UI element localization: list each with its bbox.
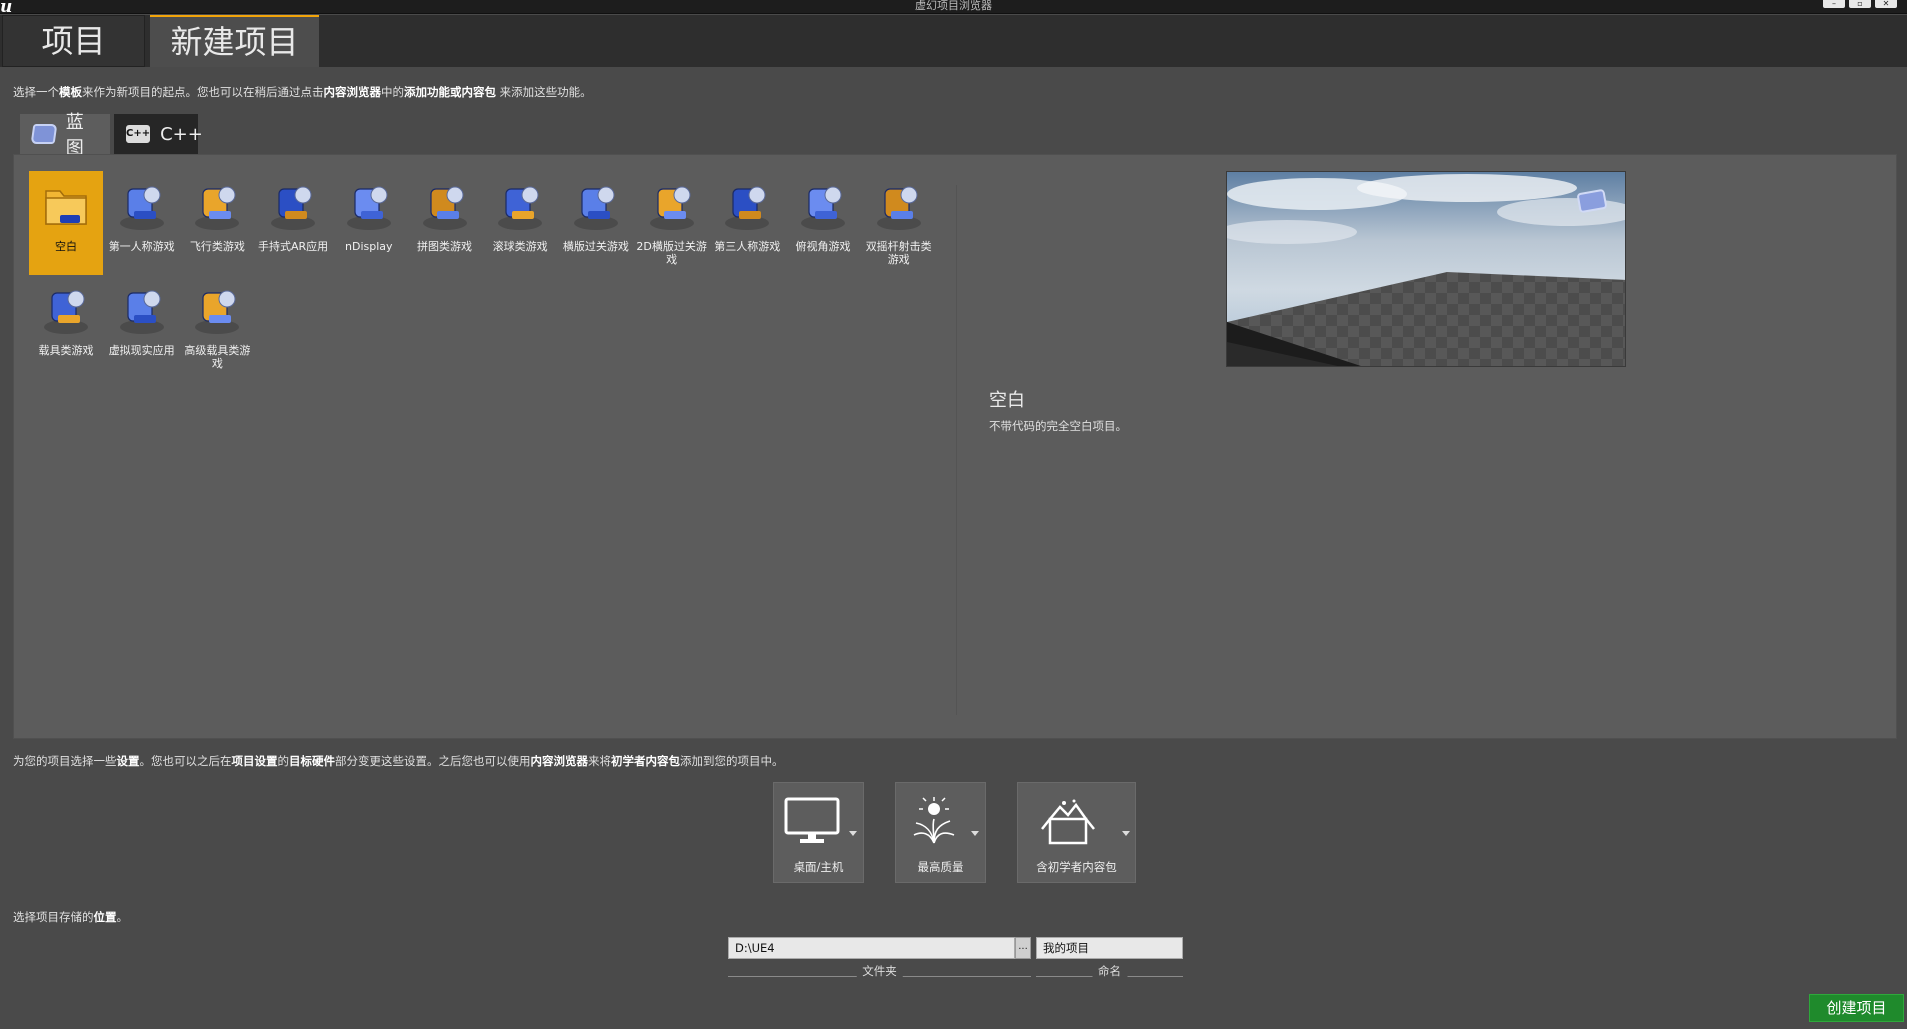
vehicle-icon [44,290,88,334]
template-tile[interactable]: 第三人称游戏 [710,171,784,275]
ndisplay-icon [346,186,391,230]
preview-description: 不带代码的完全空白项目。 [989,419,1127,433]
template-label: 空白 [55,240,77,253]
template-tile[interactable]: 俯视角游戏 [786,171,860,275]
template-label: 2D横版过关游戏 [636,240,707,266]
template-label: 横版过关游戏 [562,240,629,253]
window-controls: – ▫ ✕ [1823,0,1897,8]
hardware-label: 桌面/主机 [793,860,844,874]
template-tile[interactable]: nDisplay [332,171,406,275]
chevron-down-icon [1122,831,1130,836]
template-label: 虚拟现实应用 [108,344,175,357]
chevron-down-icon [971,831,979,836]
template-label: 双摇杆射击类游戏 [865,240,932,266]
maximize-button[interactable]: ▫ [1849,0,1871,8]
third-person-icon [725,186,770,230]
blank-folder-icon [45,190,87,225]
template-preview-image [1226,171,1626,367]
first-person-icon [119,186,164,230]
preview-title: 空白 [989,390,1025,411]
template-tile[interactable]: 滚球类游戏 [483,171,557,275]
twin-stick-icon [876,186,921,230]
settings-hint: 为您的项目选择一些设置。您也可以之后在项目设置的目标硬件部分变更这些设置。之后您… [13,754,784,768]
minimize-button[interactable]: – [1823,0,1845,8]
template-tile[interactable]: 虚拟现实应用 [105,275,179,379]
folder-caption: 文件夹 [728,963,1031,979]
blueprint-book-icon [30,124,58,144]
rolling-ball-icon [498,186,543,230]
template-label: 手持式AR应用 [258,240,329,253]
quality-plant-icon [913,797,955,844]
starter-content-dropdown[interactable]: 含初学者内容包 [1017,782,1136,883]
template-tile[interactable]: 空白 [29,171,103,275]
vr-headset-icon [119,290,164,334]
2d-side-scroller-icon [649,186,694,230]
template-tile[interactable]: 拼图类游戏 [408,171,482,275]
template-tile[interactable]: 飞行类游戏 [180,171,254,275]
template-tile[interactable]: 双摇杆射击类游戏 [862,171,936,275]
template-tile[interactable]: 手持式AR应用 [256,171,330,275]
advanced-vehicle-icon [195,290,240,334]
chevron-down-icon [849,831,857,836]
starter-box-icon [1041,799,1095,845]
handheld-ar-icon [271,186,316,230]
template-tile[interactable]: 2D横版过关游戏 [635,171,709,275]
template-label: 俯视角游戏 [795,240,851,253]
template-label: 高级载具类游戏 [184,344,251,370]
template-tile[interactable]: 载具类游戏 [29,275,103,379]
template-tile[interactable]: 横版过关游戏 [559,171,633,275]
monitor-icon [784,797,840,843]
template-label: 拼图类游戏 [417,240,472,253]
tab-blueprint[interactable]: 蓝图 [20,112,110,159]
template-label: 第一人称游戏 [108,240,175,253]
tab-projects[interactable]: 项目 [2,15,145,67]
quality-dropdown[interactable]: 最高质量 [895,782,986,883]
template-label: 滚球类游戏 [492,240,548,253]
panel-divider [956,185,957,715]
title-bar: u 虚幻项目浏览器 – ▫ ✕ [0,0,1907,17]
template-label: 载具类游戏 [38,344,94,357]
starter-label: 含初学者内容包 [1036,860,1117,874]
quality-label: 最高质量 [917,860,964,874]
main-tab-bar: 项目 新建项目 [0,15,1907,67]
puzzle-icon [422,186,467,230]
tab-new-project[interactable]: 新建项目 [150,15,319,67]
project-name-input[interactable]: 我的项目 [1036,937,1183,959]
name-caption: 命名 [1036,963,1183,979]
template-label: 第三人称游戏 [714,240,781,253]
template-tile[interactable]: 高级载具类游戏 [180,275,254,379]
window-title: 虚幻项目浏览器 [915,0,992,12]
tab-blueprint-label: 蓝图 [65,112,84,159]
template-label: nDisplay [345,240,393,253]
folder-path-input[interactable]: D:\UE4 [728,937,1015,959]
hardware-target-dropdown[interactable]: 桌面/主机 [773,782,864,883]
side-scroller-icon [573,186,618,230]
create-project-button[interactable]: 创建项目 [1809,994,1904,1022]
top-down-icon [801,186,845,230]
template-tile[interactable]: 第一人称游戏 [105,171,179,275]
template-label: 飞行类游戏 [189,240,245,253]
tab-cpp[interactable]: C++ C++ [114,114,203,154]
close-button[interactable]: ✕ [1875,0,1897,8]
flying-icon [195,186,240,230]
location-hint: 选择项目存储的位置。 [13,910,128,924]
cpp-icon: C++ [126,125,151,143]
browse-folder-button[interactable]: ... [1015,937,1031,959]
tab-cpp-label: C++ [160,123,203,145]
template-hint: 选择一个模板来作为新项目的起点。您也可以在稍后通过点击内容浏览器中的添加功能或内… [13,85,592,99]
